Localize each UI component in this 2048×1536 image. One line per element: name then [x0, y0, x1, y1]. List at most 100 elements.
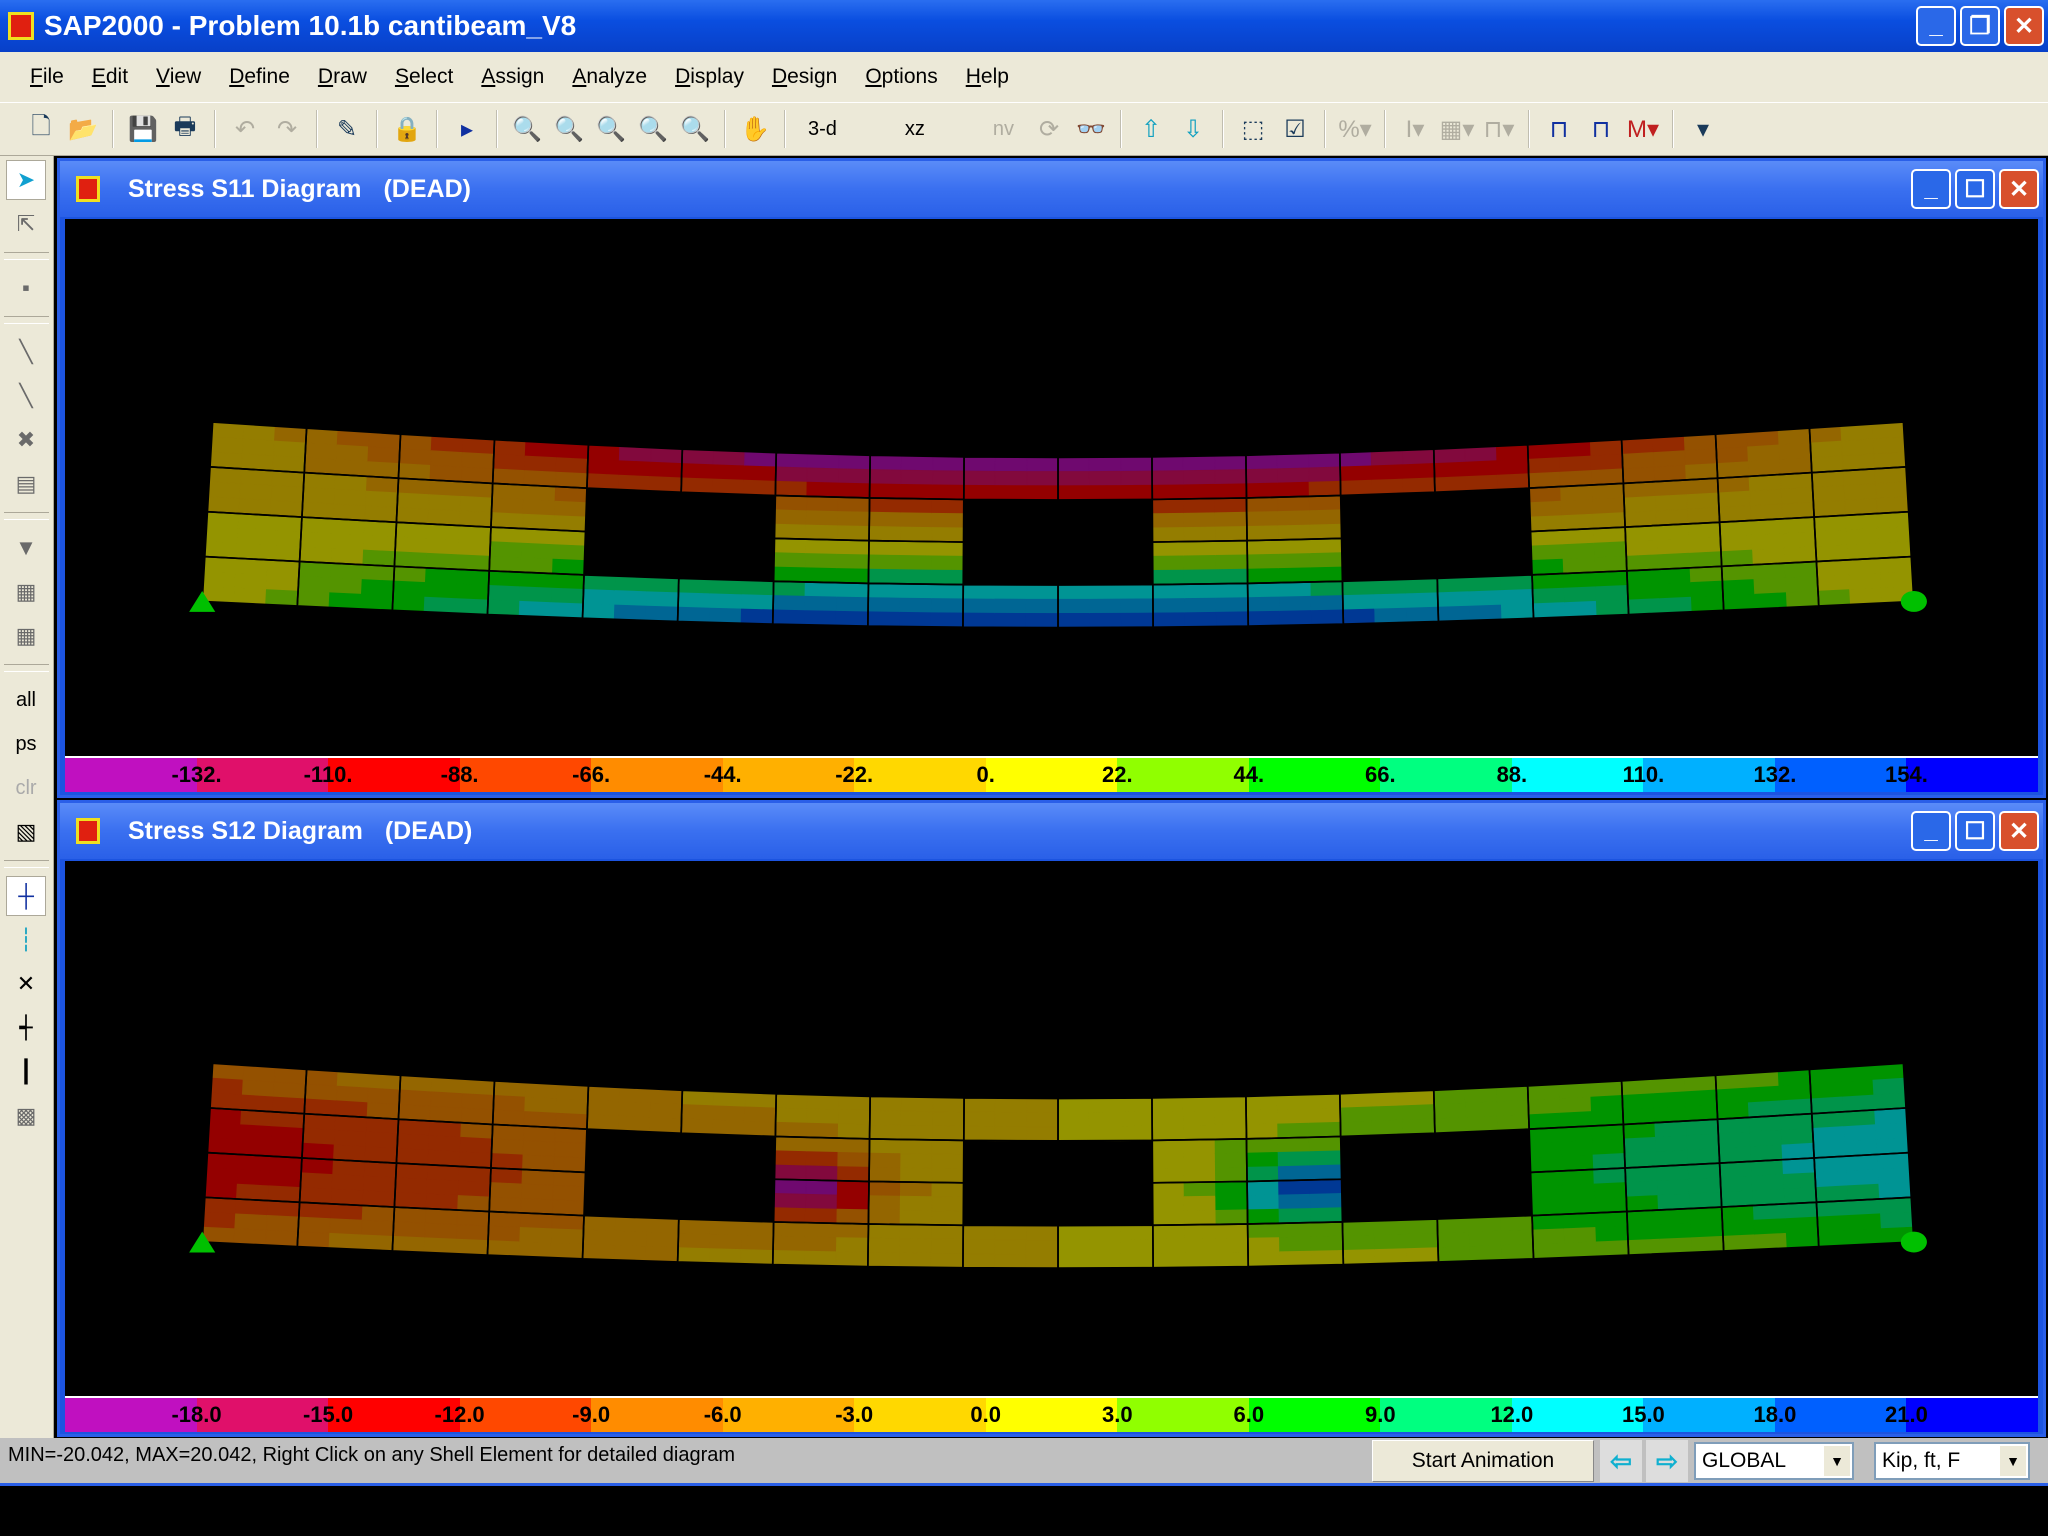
menu-help[interactable]: Help	[952, 65, 1023, 89]
chevron-down-icon[interactable]: ▼	[1824, 1446, 1850, 1476]
draw-frame-icon[interactable]: ╲	[6, 332, 46, 372]
draw-joint-icon[interactable]: ▪	[6, 268, 46, 308]
close-button[interactable]: ✕	[1999, 169, 2039, 209]
contour-cell	[488, 555, 522, 573]
clear-selection-button[interactable]: clr	[6, 768, 46, 808]
snap-joints-icon[interactable]: ┼	[6, 876, 46, 916]
contour-cell	[1215, 554, 1248, 571]
quick-area-icon[interactable]: ▦	[6, 616, 46, 656]
menu-analyze[interactable]: Analyze	[558, 65, 661, 89]
contour-cell	[1815, 544, 1849, 562]
contour-cell	[555, 1098, 589, 1116]
contour-cell	[836, 1180, 870, 1197]
section-i-icon[interactable]: I▾	[1398, 111, 1432, 147]
next-step-arrow-icon[interactable]: ⇨	[1646, 1440, 1688, 1482]
select-region-icon[interactable]: ⬚	[1236, 111, 1270, 147]
zoom-previous-icon[interactable]: 🔍	[594, 111, 628, 147]
print-icon[interactable]: 🖶	[168, 111, 202, 147]
open-folder-icon[interactable]: 📂	[66, 111, 100, 147]
percent-icon[interactable]: %▾	[1338, 111, 1372, 147]
contour-cell	[1308, 1107, 1341, 1124]
frame-load-icon[interactable]: ⊓	[1584, 111, 1618, 147]
menu-draw[interactable]: Draw	[304, 65, 381, 89]
link-icon[interactable]: ⊓▾	[1482, 111, 1516, 147]
contour-cell	[270, 1126, 304, 1144]
minimize-button[interactable]: _	[1911, 169, 1951, 209]
s11-drawing-canvas[interactable]	[65, 219, 2038, 756]
contour-cell	[240, 1109, 274, 1127]
snap-intersection-icon[interactable]: ✕	[6, 964, 46, 1004]
menu-file[interactable]: File	[16, 65, 78, 89]
redo-icon[interactable]: ↷	[270, 111, 304, 147]
contour-cell	[1747, 1100, 1781, 1118]
draw-section-cut-icon[interactable]: ▤	[6, 464, 46, 504]
draw-brace-icon[interactable]: ✖	[6, 420, 46, 460]
pointer-icon[interactable]: ➤	[6, 160, 46, 200]
pan-hand-icon[interactable]: ✋	[738, 111, 772, 147]
previous-selection-button[interactable]: ps	[6, 724, 46, 764]
menu-options[interactable]: Options	[851, 65, 951, 89]
draw-poly-area-icon[interactable]: ▼	[6, 528, 46, 568]
zoom-window-icon[interactable]: 🔍	[510, 111, 544, 147]
contour-cell	[1279, 610, 1313, 626]
restore-button[interactable]: ❐	[1960, 6, 2000, 46]
close-button[interactable]: ✕	[2004, 6, 2044, 46]
snap-lines-edges-icon[interactable]: ┃	[6, 1052, 46, 1092]
menu-view[interactable]: View	[142, 65, 215, 89]
minimize-button[interactable]: _	[1911, 811, 1951, 851]
maximize-button[interactable]: ☐	[1955, 811, 1995, 851]
close-button[interactable]: ✕	[1999, 811, 2039, 851]
new-file-icon[interactable]: 🗋	[24, 111, 58, 147]
save-icon[interactable]: 💾	[126, 111, 160, 147]
menu-assign[interactable]: Assign	[467, 65, 558, 89]
intersecting-line-icon[interactable]: ▧	[6, 812, 46, 852]
contour-cell	[461, 1093, 495, 1111]
view-xz-button[interactable]: xz	[895, 111, 935, 147]
lock-icon[interactable]: 🔒	[390, 111, 424, 147]
checkbox-icon[interactable]: ☑	[1278, 111, 1312, 147]
move-up-icon[interactable]: ⇧	[1134, 111, 1168, 147]
snap-midpoint-icon[interactable]: ┆	[6, 920, 46, 960]
reshape-icon[interactable]: ⇱	[6, 204, 46, 244]
menu-display[interactable]: Display	[661, 65, 758, 89]
menu-edit[interactable]: Edit	[78, 65, 142, 89]
area-section-icon[interactable]: ▦▾	[1440, 111, 1475, 147]
toolbar-overflow-icon[interactable]: ▾	[1686, 111, 1720, 147]
s12-drawing-canvas[interactable]	[65, 861, 2038, 1396]
contour-cell	[1627, 1238, 1661, 1256]
contour-cell	[1183, 1139, 1216, 1155]
minimize-button[interactable]: _	[1916, 6, 1956, 46]
previous-step-arrow-icon[interactable]: ⇦	[1600, 1440, 1642, 1482]
zoom-full-icon[interactable]: 🔍	[552, 111, 586, 147]
snap-perpendicular-icon[interactable]: ┽	[6, 1008, 46, 1048]
draw-rect-area-icon[interactable]: ▦	[6, 572, 46, 612]
snap-fine-grid-icon[interactable]: ▩	[6, 1096, 46, 1136]
pencil-icon[interactable]: ✎	[330, 111, 364, 147]
moment-diagram-icon[interactable]: M▾	[1626, 111, 1660, 147]
move-down-icon[interactable]: ⇩	[1176, 111, 1210, 147]
frame-icon[interactable]: ⊓	[1542, 111, 1576, 147]
contour-cell	[868, 1166, 902, 1183]
zoom-in-icon[interactable]: 🔍	[636, 111, 670, 147]
rotate-icon[interactable]: ⟳	[1032, 111, 1066, 147]
contour-cell	[1057, 1225, 1091, 1241]
start-animation-button[interactable]: Start Animation	[1372, 1440, 1594, 1482]
select-all-button[interactable]: all	[6, 680, 46, 720]
view-nv-button[interactable]: nv	[983, 111, 1024, 147]
coordinate-system-select[interactable]: GLOBAL ▼	[1694, 1442, 1854, 1480]
zoom-out-icon[interactable]: 🔍	[678, 111, 712, 147]
run-analysis-icon[interactable]: ▸	[450, 111, 484, 147]
menu-design[interactable]: Design	[758, 65, 851, 89]
chevron-down-icon[interactable]: ▼	[2000, 1446, 2026, 1476]
view-3d-button[interactable]: 3-d	[798, 111, 847, 147]
maximize-button[interactable]: ☐	[1955, 169, 1995, 209]
menu-define[interactable]: Define	[215, 65, 304, 89]
contour-cell	[207, 1137, 241, 1155]
perspective-glasses-icon[interactable]: 👓	[1074, 111, 1108, 147]
units-select[interactable]: Kip, ft, F ▼	[1874, 1442, 2030, 1480]
menu-select[interactable]: Select	[381, 65, 467, 89]
quick-frame-icon[interactable]: ╲	[6, 376, 46, 416]
contour-cell	[618, 445, 652, 463]
contour-cell	[366, 1102, 400, 1120]
undo-icon[interactable]: ↶	[228, 111, 262, 147]
